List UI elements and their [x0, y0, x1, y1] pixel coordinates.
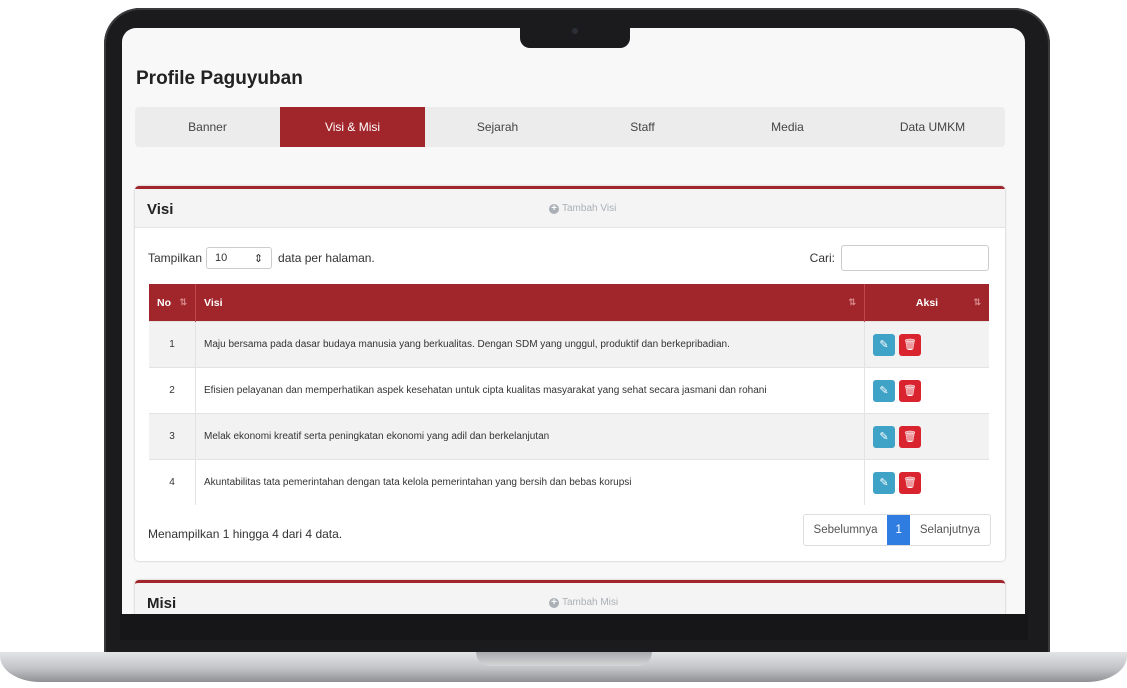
column-header-visi[interactable]: Visi ⇅	[195, 284, 865, 322]
camera-icon	[572, 28, 578, 34]
table-header-row: No ⇅ Visi ⇅ Aksi ⇅	[149, 284, 989, 322]
row-visi-text: Maju bersama pada dasar budaya manusia y…	[195, 321, 865, 368]
row-actions: ✎ 🗑	[864, 459, 989, 505]
row-actions: ✎ 🗑	[864, 413, 989, 460]
misi-panel-title: Misi	[147, 595, 177, 612]
add-misi-button[interactable]: + Tambah Misi	[549, 597, 618, 608]
page-title: Profile Paguyuban	[136, 68, 303, 89]
page-1-button[interactable]: 1	[887, 515, 910, 545]
edit-icon: ✎	[879, 476, 889, 489]
show-label: Tampilkan	[148, 251, 203, 265]
sort-icon: ⇅	[179, 297, 187, 307]
row-number: 3	[149, 413, 196, 460]
page-size-control: Tampilkan 10 ⇕ data per halaman.	[148, 247, 375, 269]
row-visi-text: Melak ekonomi kreatif serta peningkatan …	[195, 413, 865, 460]
pagination: Sebelumnya 1 Selanjutnya	[802, 514, 991, 546]
trash-icon: 🗑	[903, 476, 917, 489]
add-misi-label: Tambah Misi	[562, 597, 619, 608]
misi-panel: Misi + Tambah Misi	[135, 580, 1005, 614]
select-arrows-icon: ⇕	[253, 252, 264, 265]
column-aksi-label: Aksi	[915, 296, 939, 309]
column-no-label: No	[157, 296, 171, 309]
visi-panel-title: Visi	[147, 201, 174, 218]
search-input[interactable]	[841, 245, 989, 271]
trash-icon: 🗑	[903, 338, 917, 351]
plus-circle-icon: +	[549, 203, 559, 214]
column-header-no[interactable]: No ⇅	[149, 284, 196, 322]
tab-data-umkm[interactable]: Data UMKM	[860, 107, 1005, 147]
row-actions: ✎ 🗑	[864, 321, 989, 368]
per-page-label: data per halaman.	[278, 251, 375, 265]
prev-page-button[interactable]: Sebelumnya	[803, 515, 888, 545]
laptop-opening-lip	[476, 652, 652, 666]
column-header-aksi[interactable]: Aksi ⇅	[864, 284, 989, 322]
page-size-select[interactable]: 10 ⇕	[206, 247, 273, 269]
delete-button[interactable]: 🗑	[899, 471, 921, 494]
row-visi-text: Akuntabilitas tata pemerintahan dengan t…	[195, 459, 865, 505]
row-actions: ✎ 🗑	[864, 367, 989, 414]
delete-button[interactable]: 🗑	[899, 333, 921, 356]
visi-table: No ⇅ Visi ⇅ Aksi ⇅ 1 Maju bersama pada d…	[149, 284, 989, 505]
row-number: 4	[149, 459, 196, 505]
search-label: Cari:	[809, 251, 835, 265]
tab-visi-misi[interactable]: Visi & Misi	[280, 107, 425, 147]
table-row: 4 Akuntabilitas tata pemerintahan dengan…	[149, 459, 989, 505]
edit-button[interactable]: ✎	[873, 471, 895, 494]
edit-button[interactable]: ✎	[873, 333, 895, 356]
table-row: 2 Efisien pelayanan dan memperhatikan as…	[149, 367, 989, 414]
tab-staff[interactable]: Staff	[570, 107, 715, 147]
edit-icon: ✎	[879, 430, 889, 443]
sort-icon: ⇅	[848, 297, 856, 307]
table-row: 1 Maju bersama pada dasar budaya manusia…	[149, 321, 989, 368]
trash-icon: 🗑	[903, 430, 917, 443]
tab-media[interactable]: Media	[715, 107, 860, 147]
add-visi-button[interactable]: + Tambah Visi	[549, 203, 616, 214]
tab-banner[interactable]: Banner	[135, 107, 280, 147]
row-number: 2	[149, 367, 196, 414]
table-row: 3 Melak ekonomi kreatif serta peningkata…	[149, 413, 989, 460]
edit-icon: ✎	[879, 384, 889, 397]
row-visi-text: Efisien pelayanan dan memperhatikan aspe…	[195, 367, 865, 414]
edit-button[interactable]: ✎	[873, 425, 895, 448]
tab-bar: Banner Visi & Misi Sejarah Staff Media D…	[135, 107, 1005, 147]
add-visi-label: Tambah Visi	[562, 203, 617, 214]
screen: Profile Paguyuban Banner Visi & Misi Sej…	[122, 28, 1025, 614]
edit-button[interactable]: ✎	[873, 379, 895, 402]
camera-notch	[520, 22, 630, 48]
page-size-value: 10	[215, 252, 228, 264]
table-info: Menampilkan 1 hingga 4 dari 4 data.	[148, 527, 343, 541]
column-visi-label: Visi	[204, 296, 223, 309]
sort-icon: ⇅	[973, 297, 981, 307]
plus-circle-icon: +	[549, 597, 559, 608]
search-control: Cari:	[810, 245, 989, 271]
delete-button[interactable]: 🗑	[899, 425, 921, 448]
edit-icon: ✎	[879, 338, 889, 351]
row-number: 1	[149, 321, 196, 368]
next-page-button[interactable]: Selanjutnya	[909, 515, 990, 545]
screen-bezel-bottom	[120, 614, 1028, 640]
trash-icon: 🗑	[903, 384, 917, 397]
visi-panel-header: Visi + Tambah Visi	[135, 189, 1005, 228]
visi-panel: Visi + Tambah Visi Tampilkan 10 ⇕ data p…	[135, 186, 1005, 561]
tab-sejarah[interactable]: Sejarah	[425, 107, 570, 147]
delete-button[interactable]: 🗑	[899, 379, 921, 402]
